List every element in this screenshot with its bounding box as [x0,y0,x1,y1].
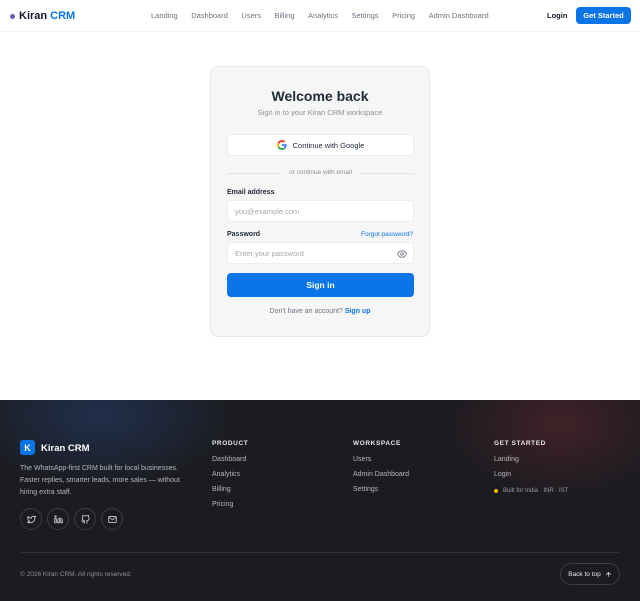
nav-link-pricing[interactable]: Pricing [392,11,415,20]
github-icon[interactable] [74,508,96,530]
footer-link-landing[interactable]: Landing [494,456,519,463]
footer-heading-product: PRODUCT [212,440,249,447]
password-label: Password [227,231,261,238]
signin-card: Welcome back Sign in to your Kiran CRM w… [210,66,430,337]
nav-link-users[interactable]: Users [241,11,261,20]
mail-icon[interactable] [101,508,123,530]
footer-glow-red [440,400,640,500]
nav-link-admin-dashboard[interactable]: Admin Dashboard [429,11,489,20]
forgot-password-link[interactable]: Forgot password? [361,231,413,238]
footer-divider [20,552,620,553]
footer-link-login[interactable]: Login [494,471,511,478]
password-placeholder: Enter your password [235,248,304,258]
region-note-text: Built for India · INR · IST [503,488,569,494]
google-button-label: Continue with Google [292,140,365,150]
footer-heading-workspace: WORKSPACE [353,440,401,447]
signup-link[interactable]: Sign up [345,308,371,315]
footer-link-analytics[interactable]: Analytics [212,471,240,478]
password-field[interactable]: Enter your password [227,242,414,264]
footer-heading-get-started: GET STARTED [494,440,546,447]
email-field[interactable]: you@example.com [227,200,414,222]
nav-link-settings[interactable]: Settings [352,11,379,20]
top-nav: Kiran CRM Landing Dashboard Users Billin… [0,0,640,32]
copyright: © 2026 Kiran CRM. All rights reserved. [20,571,132,578]
nav-link-billing[interactable]: Billing [275,11,295,20]
footer-description: The WhatsApp-first CRM built for local b… [20,465,180,496]
signin-subtitle: Sign in to your Kiran CRM workspace [257,108,383,117]
signin-title: Welcome back [271,88,369,104]
linkedin-icon[interactable] [47,508,69,530]
nav-login-link[interactable]: Login [547,11,567,20]
footer-link-settings[interactable]: Settings [353,486,378,493]
email-placeholder: you@example.com [235,206,300,216]
eye-icon[interactable] [397,249,407,259]
google-icon [276,140,287,150]
google-signin-button[interactable]: Continue with Google [227,134,414,156]
nav-links: Landing Dashboard Users Billing Analytic… [151,11,502,20]
get-started-button[interactable]: Get Started [576,7,631,24]
nav-link-analytics[interactable]: Analytics [308,11,338,20]
footer: K Kiran CRM The WhatsApp-first CRM built… [0,400,640,601]
footer-brand: Kiran CRM [41,443,90,454]
email-label: Email address [227,189,275,196]
divider-line-right [359,173,414,174]
footer-link-billing[interactable]: Billing [212,486,231,493]
footer-link-users[interactable]: Users [353,456,371,463]
signin-button[interactable]: Sign in [227,273,414,297]
arrow-up-icon [605,571,611,577]
region-dot [494,489,498,493]
footer-link-pricing[interactable]: Pricing [212,501,233,508]
no-account-text: Don't have an account? [269,308,343,315]
brand-name-second: CRM [50,10,76,22]
twitter-icon[interactable] [20,508,42,530]
back-to-top-label: Back to top [568,570,601,578]
or-divider: or continue with email [227,168,414,178]
nav-link-landing[interactable]: Landing [151,11,178,20]
nav-link-dashboard[interactable]: Dashboard [191,11,228,20]
region-note: Built for India · INR · IST [494,488,568,494]
footer-link-dashboard[interactable]: Dashboard [212,456,246,463]
brand-name-first: Kiran [19,10,48,22]
footer-link-admin-dashboard[interactable]: Admin Dashboard [353,471,409,478]
signup-prompt: Don't have an account? Sign up [211,308,429,315]
back-to-top-button[interactable]: Back to top [560,563,620,585]
brand-logo[interactable]: Kiran CRM [10,10,75,22]
brand-dot [10,13,15,19]
footer-logo: K [20,440,35,455]
